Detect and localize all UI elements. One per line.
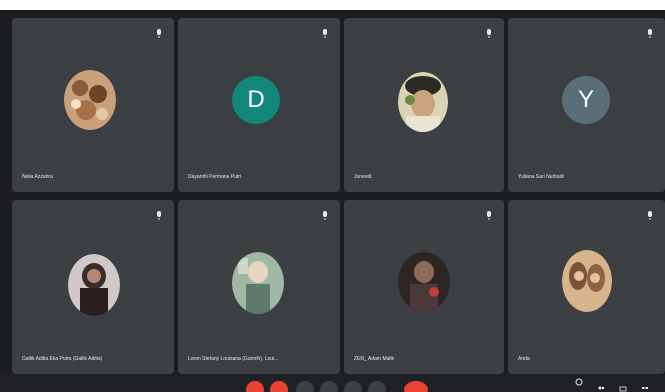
camera-toggle-button[interactable] bbox=[270, 381, 288, 392]
mic-off-icon bbox=[323, 29, 327, 38]
mic-off-icon bbox=[487, 29, 491, 38]
participant-tile[interactable]: ZEN_ Adam Malik bbox=[344, 200, 504, 374]
mic-off-icon bbox=[157, 29, 161, 38]
participant-tile[interactable]: Nelia Azzahra bbox=[12, 18, 174, 192]
participant-name: Dayanthi Permana Putri bbox=[188, 174, 242, 180]
participant-name: Gallik Aditia Eka Putra (Gallik Aditia) bbox=[22, 356, 103, 362]
mic-off-icon bbox=[157, 211, 161, 220]
more-options-button[interactable] bbox=[368, 381, 386, 392]
window-top-strip bbox=[0, 0, 665, 10]
mic-off-icon bbox=[323, 211, 327, 220]
call-controls-bar bbox=[0, 374, 665, 392]
participant-name: ZEN_ Adam Malik bbox=[354, 356, 395, 362]
present-button[interactable] bbox=[344, 381, 362, 392]
participant-avatar: D bbox=[232, 76, 280, 124]
participant-grid: Nelia Azzahra D Dayanthi Permana Putri J… bbox=[12, 18, 665, 374]
participant-name: Anda bbox=[518, 356, 530, 362]
participant-avatar bbox=[398, 252, 450, 312]
mic-off-icon bbox=[487, 211, 491, 220]
participant-avatar bbox=[64, 70, 116, 130]
participant-tile[interactable]: Anda bbox=[508, 200, 665, 374]
participant-name: Juneedi bbox=[354, 174, 372, 180]
participant-name: Loren Stefany Louisana (Gumrih), Loui... bbox=[188, 356, 279, 362]
participant-avatar bbox=[68, 254, 120, 316]
participant-tile[interactable]: Gallik Aditia Eka Putra (Gallik Aditia) bbox=[12, 200, 174, 374]
avatar-letter: Y bbox=[577, 86, 594, 113]
participant-name: Yuliana Sari Nurbadi bbox=[518, 174, 564, 180]
activities-icon[interactable] bbox=[641, 386, 649, 392]
participant-name: Nelia Azzahra bbox=[22, 174, 53, 180]
participant-tile[interactable]: Juneedi bbox=[344, 18, 504, 192]
info-icon[interactable] bbox=[575, 378, 583, 386]
captions-button[interactable] bbox=[296, 381, 314, 392]
end-call-button[interactable] bbox=[404, 381, 428, 392]
participant-avatar bbox=[232, 252, 284, 314]
mic-off-icon bbox=[648, 29, 652, 38]
participant-avatar bbox=[562, 250, 612, 312]
participant-tile[interactable]: Loren Stefany Louisana (Gumrih), Loui... bbox=[178, 200, 340, 374]
raise-hand-button[interactable] bbox=[320, 381, 338, 392]
meeting-stage: Nelia Azzahra D Dayanthi Permana Putri J… bbox=[0, 0, 665, 392]
avatar-letter: D bbox=[247, 86, 265, 113]
mic-toggle-button[interactable] bbox=[246, 381, 264, 392]
people-icon[interactable] bbox=[597, 386, 605, 392]
participant-tile[interactable]: D Dayanthi Permana Putri bbox=[178, 18, 340, 192]
participant-avatar: Y bbox=[562, 76, 610, 124]
chat-icon[interactable] bbox=[619, 386, 627, 392]
side-panel-icons bbox=[569, 376, 659, 392]
participant-tile[interactable]: Y Yuliana Sari Nurbadi bbox=[508, 18, 665, 192]
mic-off-icon bbox=[648, 211, 652, 220]
participant-avatar bbox=[398, 72, 448, 132]
